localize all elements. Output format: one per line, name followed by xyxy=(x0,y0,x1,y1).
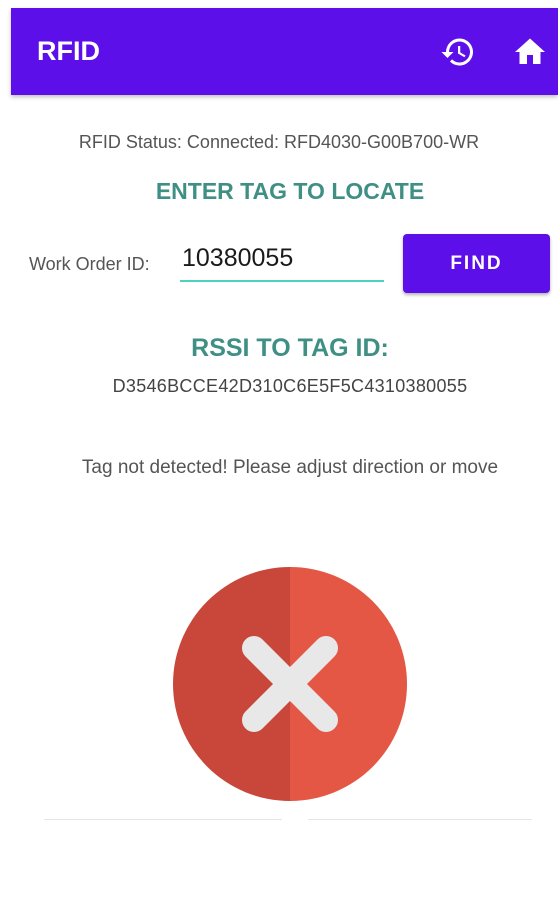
locate-section-title: ENTER TAG TO LOCATE xyxy=(155,178,425,204)
work-order-label: Work Order ID: xyxy=(29,254,150,274)
rfid-status-text: RFID Status: Connected: RFD4030-G00B700-… xyxy=(78,132,480,152)
history-button[interactable] xyxy=(440,34,476,70)
home-button[interactable] xyxy=(512,34,548,70)
detection-status-graphic xyxy=(172,565,408,803)
rssi-title: RSSI TO TAG ID: xyxy=(191,334,389,362)
app-bar: RFID xyxy=(11,8,558,95)
history-icon xyxy=(441,38,473,66)
work-order-input[interactable] xyxy=(180,240,384,282)
error-x-icon xyxy=(173,567,407,801)
detection-message: Tag not detected! Please adjust directio… xyxy=(81,457,499,478)
app-screen: RFID RFID Status: Connected: RFD4030-G00… xyxy=(0,0,558,897)
home-icon xyxy=(515,38,545,64)
bottom-divider-left xyxy=(44,819,282,820)
find-button[interactable]: FIND xyxy=(403,234,550,293)
tag-id-value: D3546BCCE42D310C6E5F5C4310380055 xyxy=(112,376,468,396)
bottom-divider-right xyxy=(308,819,532,820)
app-title: RFID xyxy=(37,36,100,66)
